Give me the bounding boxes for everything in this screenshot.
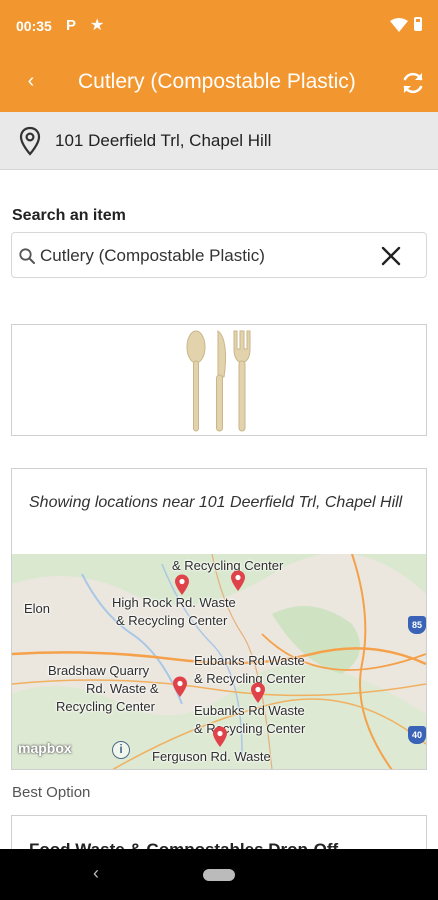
nav-home-button[interactable] [203,869,235,881]
map-label: Ferguson Rd. Waste [152,749,271,764]
search-label: Search an item [12,207,126,224]
map-view[interactable]: & Recycling Center Elon High Rock Rd. Wa… [12,554,426,769]
map-label: Rd. Waste & [86,681,159,696]
map-caption: Showing locations near 101 Deerfield Trl… [29,494,403,511]
location-address: 101 Deerfield Trl, Chapel Hill [55,131,272,150]
page-title: Cutlery (Compostable Plastic) [78,70,356,93]
map-card: Showing locations near 101 Deerfield Trl… [11,468,427,770]
shield-number: 85 [411,620,422,630]
info-glyph: i [119,742,123,756]
mapbox-logo[interactable]: mapbox [18,740,72,756]
shield-number: 40 [411,730,422,740]
map-marker-icon[interactable] [212,726,228,748]
system-nav-bar: ‹ [0,849,438,900]
parking-notification-icon: P [66,17,77,34]
map-label: Bradshaw Quarry [48,663,150,678]
info-icon[interactable]: i [112,741,130,759]
best-option-label: Best Option [12,784,91,801]
cutlery-icon [186,329,251,432]
map-marker-icon[interactable] [250,682,266,704]
search-icon [19,248,35,264]
map-label: Elon [24,601,51,616]
search-input[interactable] [40,241,370,271]
map-marker-icon[interactable] [230,570,246,592]
nav-back-button[interactable]: ‹ [86,863,106,885]
app-bar: ‹ Cutlery (Compostable Plastic) [0,52,438,112]
battery-icon [414,17,422,31]
map-label: High Rock Rd. Waste [112,595,236,610]
map-marker-icon[interactable] [172,676,188,698]
map-marker-icon[interactable] [174,574,190,596]
back-button[interactable]: ‹ [16,66,46,96]
interstate-40-shield: 40 [408,726,426,744]
map-label: Eubanks Rd Waste [194,653,305,668]
map-label: & Recycling Center [172,558,284,573]
status-time: 00:35 [16,18,52,34]
refresh-icon[interactable] [398,68,428,98]
status-bar: 00:35 P ★ [0,0,438,52]
wifi-icon [390,18,408,32]
location-pin-icon [19,126,41,156]
map-label: Recycling Center [56,699,155,714]
search-box[interactable] [11,232,427,278]
map-label: & Recycling Center [116,613,228,628]
star-notification-icon: ★ [90,17,105,34]
interstate-85-shield: 85 [408,616,426,634]
item-image-card [11,324,427,436]
map-label: Eubanks Rd Waste [194,703,305,718]
back-chevron-icon: ‹ [27,70,35,92]
location-bar[interactable]: 101 Deerfield Trl, Chapel Hill [0,112,438,170]
close-icon[interactable] [378,243,404,269]
map-label: & Recycling Center [194,721,306,736]
